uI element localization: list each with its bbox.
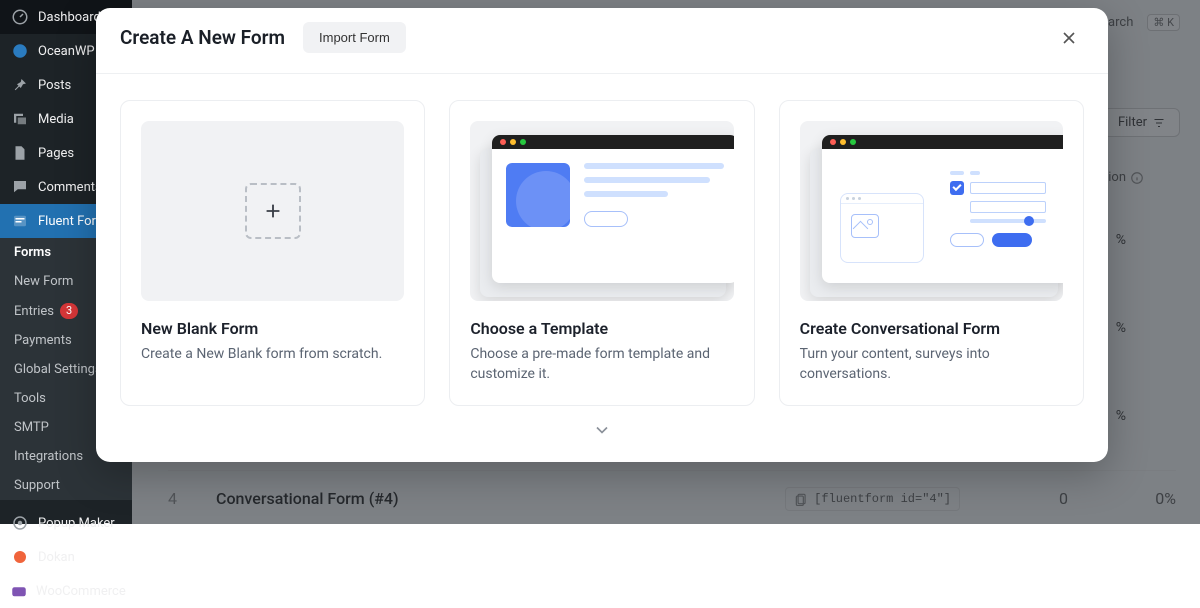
sidebar-item-popup-maker[interactable]: Popup Maker [0,506,132,540]
sidebar-sub-support[interactable]: Support [0,471,132,500]
chevron-down-icon [589,420,615,440]
sidebar-item-label: Popup Maker [38,516,115,531]
sidebar-sub-label: Support [14,478,60,493]
card-conversational-form[interactable]: Create Conversational Form Turn your con… [779,100,1084,406]
popupmaker-icon [10,513,30,533]
image-outline-icon [851,214,879,238]
import-form-button[interactable]: Import Form [303,22,406,53]
sidebar-sub-label: Forms [14,245,51,260]
card-desc: Choose a pre-made form template and cust… [470,344,733,385]
sidebar-sub-label: SMTP [14,420,49,435]
dashed-plus-box [245,183,301,239]
sidebar-item-label: Dashboard [38,10,101,25]
sidebar-sub-label: Tools [14,391,46,406]
card-title: Choose a Template [470,319,733,338]
form-type-cards: New Blank Form Create a New Blank form f… [96,74,1108,406]
pages-icon [10,143,30,163]
woocommerce-icon [10,581,28,601]
card-desc: Create a New Blank form from scratch. [141,344,404,364]
card-title: New Blank Form [141,319,404,338]
conversational-illustration [800,121,1063,301]
card-desc: Turn your content, surveys into conversa… [800,344,1063,385]
create-form-modal: Create A New Form Import Form New Blank … [96,8,1108,462]
card-choose-template[interactable]: Choose a Template Choose a pre-made form… [449,100,754,406]
sidebar-item-label: Dokan [38,550,75,565]
sidebar-item-label: Posts [38,78,71,93]
sidebar-item-label: WooCommerce [36,584,126,599]
sidebar-sub-label: Integrations [14,449,83,464]
image-placeholder-icon [506,163,570,227]
dashboard-icon [10,7,30,27]
sidebar-item-label: Pages [38,146,74,161]
sidebar-sub-label: Payments [14,333,72,348]
modal-title: Create A New Form [120,26,285,49]
card-title: Create Conversational Form [800,319,1063,338]
dokan-icon [10,547,30,567]
blank-form-illustration [141,121,404,301]
oceanwp-icon [10,41,30,61]
close-button[interactable] [1054,23,1084,53]
comments-icon [10,177,30,197]
plus-icon [262,200,284,222]
sidebar-item-woocommerce[interactable]: WooCommerce [0,574,132,608]
sidebar-item-label: Comments [38,180,102,195]
close-icon [1059,28,1079,48]
sidebar-item-label: OceanWP [38,44,95,59]
entries-badge: 3 [60,303,78,319]
sidebar-sub-label: New Form [14,274,73,289]
template-illustration [470,121,733,301]
sidebar-item-dokan[interactable]: Dokan [0,540,132,574]
expand-more[interactable] [96,406,1108,440]
sidebar-sub-label: Global Settings [14,362,102,377]
checkbox-icon [950,181,964,195]
modal-header: Create A New Form Import Form [96,8,1108,74]
card-blank-form[interactable]: New Blank Form Create a New Blank form f… [120,100,425,406]
sidebar-sub-label: Entries [14,304,54,319]
fluentforms-icon [10,211,30,231]
sidebar-item-label: Media [38,112,74,127]
pin-icon [10,75,30,95]
media-icon [10,109,30,129]
